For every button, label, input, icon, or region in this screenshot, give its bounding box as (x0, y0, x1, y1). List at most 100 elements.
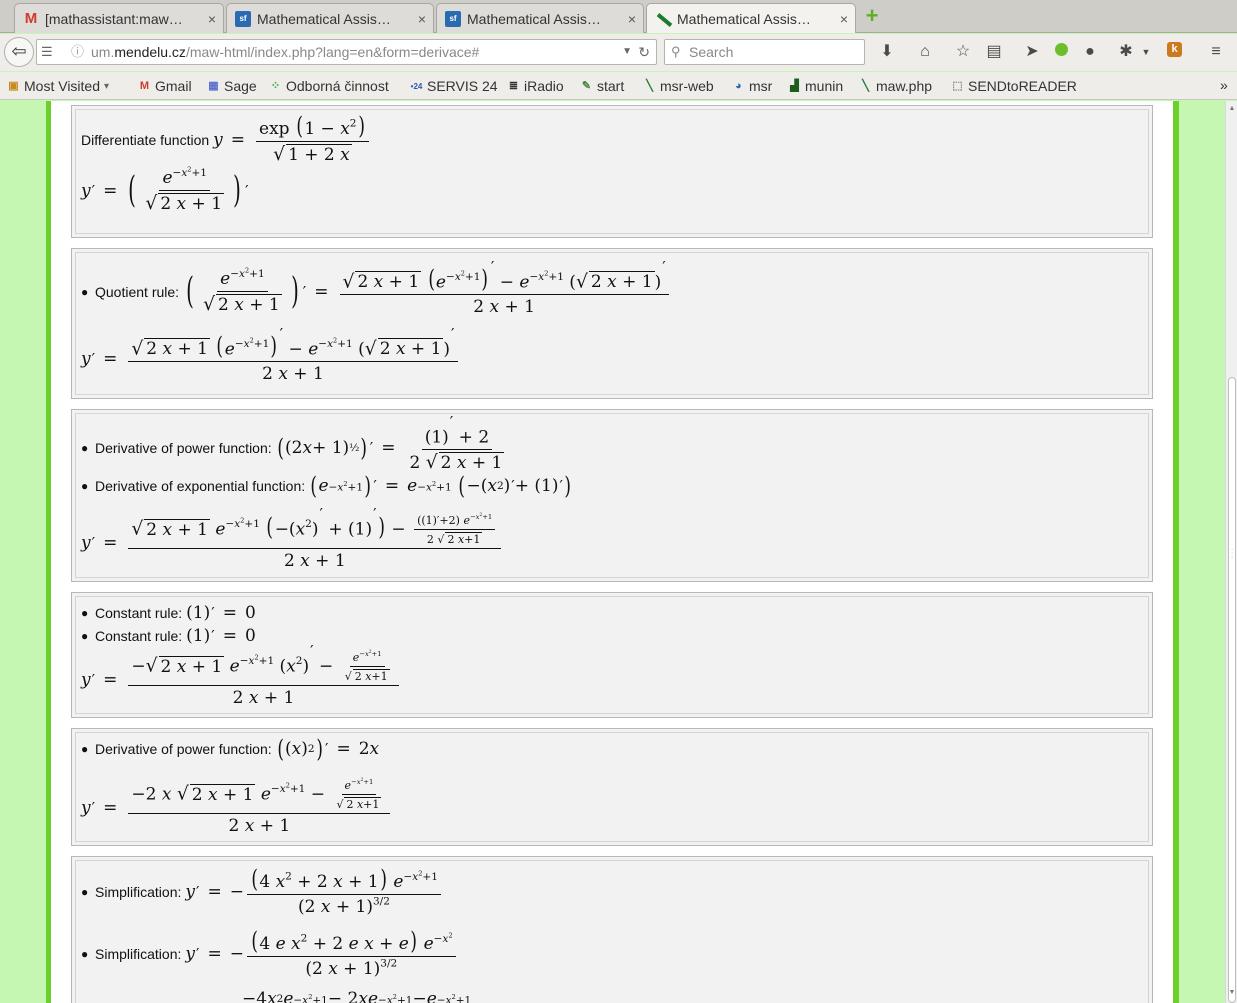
grip-icon: · · · (1230, 546, 1234, 561)
status-dot-icon[interactable] (1055, 43, 1068, 56)
folder-icon: ▣ (8, 79, 19, 92)
munin-icon: ▟ (790, 79, 799, 92)
tab-label: [mathassistant:maw… (45, 10, 183, 27)
maw-icon (655, 11, 671, 27)
math-expression: y = exp (1 − x2) √ 1 + 2 x (213, 114, 372, 165)
bookmark-iradio[interactable]: ≣ iRadio (506, 78, 564, 94)
page-icon: ⬚ (952, 79, 963, 92)
tab-gmail[interactable]: M [mathassistant:maw… × (14, 3, 224, 33)
step-result: y ′ = −2 x √ 2 x + 1 e−x2+1 − e−x2+1 √ 2 x+1 2… (81, 778, 393, 836)
math-expression: (1) ′ = 0 (186, 626, 256, 646)
step-box-1: Differentiate function y = exp (1 − x2) √ 1… (71, 105, 1153, 238)
reload-icon[interactable]: ↻ (638, 40, 650, 64)
tab-strip: M [mathassistant:maw… × sf Mathematical … (0, 0, 1237, 33)
scroll-down-icon[interactable]: ▼ (1228, 989, 1236, 996)
extension-dropdown-icon[interactable]: ▼ (1136, 42, 1156, 62)
math-expression: −4 x2 e −x2+1 − 2 x e −x2+1 − e −x2+1 (242, 989, 472, 1003)
math-expression: y ′ = √ 2 x + 1 (e−x2+1) ′ − e−x2+1 (√ 2 x + … (81, 326, 461, 384)
math-expression: y ′ = − (4 e x2 + 2 e x + e) e−x2 (2 x + 1)3… (185, 929, 458, 979)
sage-icon: ▦ (208, 79, 219, 92)
home-icon[interactable]: ⌂ (915, 42, 935, 62)
right-accent-bar (1173, 101, 1179, 1003)
navigation-bar: ⇦ ☰ ⓘ um.mendelu.cz/maw-html/index.php?l… (0, 34, 1237, 71)
step-line: ● Derivative of power function: ((x) 2) ′ =… (81, 737, 379, 761)
rule-label: Quotient rule: (95, 284, 180, 301)
step-line: Differentiate function y = exp (1 − x2) √ 1… (81, 114, 372, 165)
rule-label: Constant rule: (95, 605, 183, 621)
step-box-3: ● Derivative of power function: ((2 x + … (71, 409, 1153, 582)
new-tab-button[interactable]: + (862, 5, 882, 27)
search-icon: ⚲ (671, 44, 681, 59)
close-icon[interactable]: × (411, 11, 433, 27)
rule-label: Derivative of exponential function: (95, 478, 306, 494)
chevron-down-icon: ▾ (104, 80, 110, 92)
dots-icon: ⁘ (270, 79, 281, 92)
vertical-scrollbar[interactable]: ▲ · · · ▼ (1225, 101, 1237, 1003)
scrollbar-thumb[interactable]: · · · (1228, 377, 1236, 1003)
search-input[interactable]: ⚲ Search (664, 39, 865, 65)
maw-icon: ╲ (862, 79, 869, 92)
bookmark-star-icon[interactable]: ☆ (953, 42, 973, 62)
step-line: ● Quotient rule: (e−x2+1 √ 2 x + 1) ′ = √ 2 x… (81, 259, 672, 317)
bullet-icon: ● (81, 885, 89, 899)
chat-icon[interactable]: ● (1080, 42, 1100, 62)
gmail-icon: M (24, 10, 38, 27)
close-icon[interactable]: × (621, 11, 643, 27)
back-button[interactable]: ⇦ (4, 37, 34, 67)
bullet-icon: ● (81, 742, 89, 756)
step-line: ● Simplification: y ′ = − (4 x2 + 2 x + 1) … (81, 867, 444, 917)
step-line: ● Constant rule: (1) ′ = 0 (81, 603, 256, 623)
bookmarks-overflow-button[interactable]: » (1220, 77, 1228, 93)
step-box-5: ● Derivative of power function: ((x) 2) ′ =… (71, 728, 1153, 846)
url-bar[interactable]: ☰ ⓘ um.mendelu.cz/maw-html/index.php?lan… (36, 39, 657, 65)
math-expression: y ′ = (e−x2+1 √ 2 x + 1) ′ (81, 165, 249, 214)
page-menu-icon[interactable]: ☰ (41, 40, 53, 64)
step-box-2: ● Quotient rule: (e−x2+1 √ 2 x + 1) ′ = √ 2 x… (71, 248, 1153, 399)
math-expression: y ′ = − (4 x2 + 2 x + 1) e−x2+1 (2 x + 1)3/2 (185, 867, 444, 917)
math-expression: (1) ′ = 0 (186, 603, 256, 623)
bullet-icon: ● (81, 440, 89, 455)
site-info-icon[interactable]: ⓘ (71, 40, 84, 64)
step-label: Differentiate function (81, 131, 210, 148)
start-icon: ✎ (581, 79, 592, 92)
k-extension-icon[interactable]: k (1167, 42, 1182, 57)
menu-icon[interactable]: ≡ (1206, 42, 1226, 62)
bookmark-msr-web[interactable]: ╲ msr-web (642, 78, 713, 94)
extension-icon[interactable]: ✱ (1116, 42, 1136, 62)
step-line: ● Constant rule: (1) ′ = 0 (81, 626, 256, 646)
tab-mathematical-assistant-2[interactable]: sf Mathematical Assis… × (436, 3, 644, 33)
math-expression: ((2 x + 1) ½) ′ = (1)′ + 22 √ 2 x + 1 (277, 413, 505, 474)
send-icon[interactable]: ➤ (1022, 42, 1042, 62)
tab-mathematical-assistant-1[interactable]: sf Mathematical Assis… × (226, 3, 434, 33)
bookmark-msr[interactable]: ◕ msr (731, 78, 772, 94)
url-dropdown-icon[interactable]: ▼ (622, 40, 632, 64)
close-icon[interactable]: × (201, 11, 223, 27)
scroll-up-icon[interactable]: ▲ (1228, 105, 1236, 112)
close-icon[interactable]: × (833, 11, 855, 27)
maw-icon: ╲ (646, 79, 653, 92)
sourceforge-icon: sf (235, 10, 251, 27)
download-icon[interactable]: ⬇ (877, 42, 897, 62)
tab-label: Mathematical Assis… (467, 10, 601, 27)
bookmark-gmail[interactable]: M Gmail (137, 78, 192, 94)
bookmark-odborna-cinnost[interactable]: ⁘ Odborná činnost (268, 78, 389, 94)
reading-list-icon[interactable]: ▤ (984, 42, 1004, 62)
tab-mathematical-assistant-active[interactable]: Mathematical Assis… × (646, 3, 856, 33)
bullet-icon: ● (81, 606, 89, 620)
bookmark-sendtoreader[interactable]: ⬚ SENDtoREADER (950, 78, 1077, 94)
sourceforge-icon: sf (445, 10, 461, 27)
bookmark-maw-php[interactable]: ╲ maw.php (858, 78, 932, 94)
bullet-icon: ● (81, 479, 89, 493)
bookmark-munin[interactable]: ▟ munin (787, 78, 843, 94)
bookmark-most-visited[interactable]: ▣ Most Visited ▾ (6, 78, 109, 94)
bullet-icon: ● (81, 285, 89, 300)
bookmark-sage[interactable]: ▦ Sage (206, 78, 256, 94)
step-result: y ′ = −√ 2 x + 1 e−x2+1 (x2)′ − e−x2+1 √ 2 x+… (81, 644, 402, 708)
tab-label: Mathematical Assis… (677, 10, 811, 27)
bookmark-servis24[interactable]: •24 SERVIS 24 (409, 78, 498, 94)
step-result: y ′ = (e−x2+1 √ 2 x + 1) ′ (81, 165, 249, 214)
bookmark-start[interactable]: ✎ start (579, 78, 624, 94)
tab-label: Mathematical Assis… (257, 10, 391, 27)
step-box-4: ● Constant rule: (1) ′ = 0 ● Constant rule:… (71, 592, 1153, 718)
rule-label: Derivative of power function: (95, 741, 272, 757)
